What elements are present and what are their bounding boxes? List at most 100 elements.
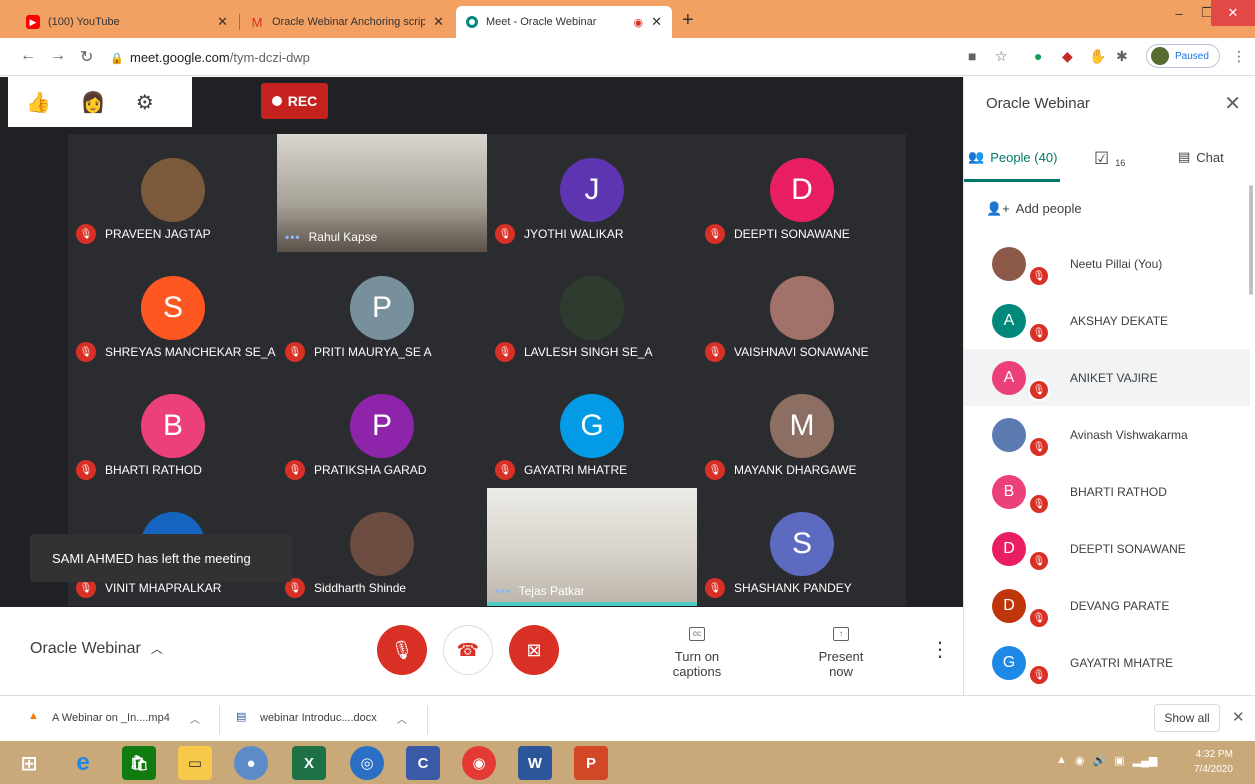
store-icon[interactable]: 🛍: [122, 746, 156, 780]
back-icon[interactable]: ←: [20, 47, 36, 65]
chevron-up-icon[interactable]: ︿: [397, 711, 407, 726]
menu-dots-icon[interactable]: ⋮: [1232, 48, 1246, 65]
list-item[interactable]: 🎙 Avinash Vishwakarma: [964, 406, 1250, 463]
leave-call-button[interactable]: ☎: [443, 625, 493, 675]
participant-tile[interactable]: S 🎙 SHASHANK PANDEY: [697, 488, 907, 606]
taskbar: ⊞ e 🛍 ▭ ● X ◎ C ◉ W P ▲ ◉ 🔊 ▣ ▂▄▆ 4:32 P…: [0, 741, 1255, 784]
list-item[interactable]: A 🎙 AKSHAY DEKATE: [964, 292, 1250, 349]
participant-tile[interactable]: ••• Rahul Kapse: [277, 134, 487, 252]
chevron-up-icon: ︿: [150, 642, 163, 656]
show-all-button[interactable]: Show all: [1154, 704, 1220, 732]
hand-icon[interactable]: ✋: [1089, 48, 1106, 65]
grammarly-icon[interactable]: ●: [1034, 48, 1042, 64]
tab-youtube[interactable]: ▶ (100) YouTube ✕: [16, 6, 238, 38]
list-item[interactable]: B 🎙 BHARTI RATHOD: [964, 463, 1250, 520]
panel-tabs: 👥 People (40) ☑ 16 ▤ Chat: [964, 137, 1255, 183]
meet-top-toolbar: 👍 👩 ⚙: [8, 77, 192, 127]
chrome-icon[interactable]: ◉: [462, 746, 496, 780]
tab-chat[interactable]: ▤ Chat: [1178, 149, 1224, 165]
new-tab-button[interactable]: +: [682, 9, 694, 32]
action-center-icon[interactable]: ▣: [1114, 754, 1124, 767]
close-icon[interactable]: ✕: [1232, 708, 1245, 726]
list-item[interactable]: D 🎙 DEVANG PARATE: [964, 577, 1250, 634]
edge-icon[interactable]: ◎: [350, 746, 384, 780]
mic-toggle-button[interactable]: 🎙: [377, 625, 427, 675]
speaking-icon: •••: [495, 584, 511, 598]
close-icon[interactable]: ✕: [217, 14, 228, 30]
participant-tile[interactable]: B 🎙 BHARTI RATHOD: [68, 370, 278, 488]
meeting-details-button[interactable]: Oracle Webinar ︿: [30, 640, 163, 658]
clock[interactable]: 4:32 PM 7/4/2020: [1194, 747, 1233, 777]
internet-explorer-icon[interactable]: e: [66, 746, 100, 780]
download-item[interactable]: ▲ A Webinar on _In....mp4 ︿: [28, 710, 200, 726]
download-item[interactable]: ▤ webinar Introduc....docx ︿: [236, 710, 407, 726]
avatar: [141, 158, 205, 222]
excel-icon[interactable]: X: [292, 746, 326, 780]
chevron-up-icon[interactable]: ︿: [190, 711, 200, 726]
list-item[interactable]: G 🎙 GAYATRI MHATRE: [964, 634, 1250, 691]
file-explorer-icon[interactable]: ▭: [178, 746, 212, 780]
recording-badge: REC: [261, 83, 328, 119]
close-icon[interactable]: ✕: [433, 14, 444, 30]
download-filename: webinar Introduc....docx: [260, 712, 377, 724]
participant-name: PRATIKSHA GARAD: [314, 463, 427, 477]
present-now-button[interactable]: ↑ Present now: [806, 627, 876, 679]
list-item[interactable]: A 🎙 ANIKET VAJIRE: [964, 349, 1250, 406]
chevron-up-icon[interactable]: ▲: [1056, 754, 1067, 767]
powerpoint-icon[interactable]: P: [574, 746, 608, 780]
camera-toggle-button[interactable]: ⊠: [509, 625, 559, 675]
gear-icon[interactable]: ⚙: [136, 90, 154, 115]
participant-tile[interactable]: S 🎙 SHREYAS MANCHEKAR SE_A: [68, 252, 278, 370]
tab-gmail[interactable]: M Oracle Webinar Anchoring script ✕: [240, 6, 454, 38]
participant-tile[interactable]: 🎙 PRAVEEN JAGTAP: [68, 134, 278, 252]
volume-icon[interactable]: 🔊: [1093, 754, 1107, 767]
mic-off-icon: 🎙: [1028, 322, 1050, 344]
app-icon[interactable]: C: [406, 746, 440, 780]
media-player-icon[interactable]: ●: [234, 746, 268, 780]
participant-tile[interactable]: D 🎙 DEEPTI SONAWANE: [697, 134, 907, 252]
participant-tile[interactable]: P 🎙 PRITI MAURYA_SE A: [277, 252, 487, 370]
participant-tile[interactable]: 🎙 VAISHNAVI SONAWANE: [697, 252, 907, 370]
tab-tasks[interactable]: ☑ 16: [1094, 149, 1125, 169]
participant-tile[interactable]: 🎙 Siddharth Shinde: [277, 488, 487, 606]
close-window-icon[interactable]: ✕: [1211, 0, 1255, 26]
profile-button[interactable]: Paused: [1146, 44, 1220, 68]
person-name: AKSHAY DEKATE: [1070, 313, 1169, 328]
avatar-icon[interactable]: 👩: [81, 90, 106, 115]
recording-indicator-icon: ◉: [633, 16, 644, 29]
minimize-icon[interactable]: –: [1164, 0, 1194, 26]
wifi-icon[interactable]: ▂▄▆: [1133, 754, 1158, 767]
star-icon[interactable]: ☆: [995, 48, 1008, 65]
participant-tile[interactable]: M 🎙 MAYANK DHARGAWE: [697, 370, 907, 488]
captions-button[interactable]: cc Turn on captions: [649, 627, 745, 679]
participant-tile[interactable]: ••• Tejas Patkar: [487, 488, 697, 606]
tab-people[interactable]: 👥 People (40): [968, 149, 1057, 165]
reload-icon[interactable]: ↻: [80, 47, 93, 67]
camera-icon[interactable]: ■: [968, 48, 976, 64]
list-item[interactable]: D 🎙 DEEPTI SONAWANE: [964, 520, 1250, 577]
scrollbar[interactable]: [1249, 185, 1253, 295]
network-icon[interactable]: ◉: [1075, 754, 1085, 767]
participant-tile[interactable]: P 🎙 PRATIKSHA GARAD: [277, 370, 487, 488]
puzzle-icon[interactable]: ✱: [1116, 48, 1128, 65]
extension-icon[interactable]: ◆: [1062, 48, 1073, 65]
address-bar[interactable]: 🔒 meet.google.com/tym-dczi-dwp: [110, 46, 310, 68]
close-icon[interactable]: ✕: [1224, 91, 1241, 116]
participant-tile[interactable]: G 🎙 GAYATRI MHATRE: [487, 370, 697, 488]
close-icon[interactable]: ✕: [651, 14, 662, 30]
list-item[interactable]: 🎙 Neetu Pillai (You): [964, 235, 1250, 292]
present-icon: ↑: [833, 627, 849, 641]
add-people-button[interactable]: 👤+ Add people: [986, 201, 1082, 217]
thumbs-up-icon[interactable]: 👍: [26, 90, 51, 115]
mic-off-icon: 🎙: [495, 460, 515, 480]
participant-tile[interactable]: 🎙 LAVLESH SINGH SE_A: [487, 252, 697, 370]
forward-icon[interactable]: →: [50, 47, 66, 65]
participant-tile[interactable]: J 🎙 JYOTHI WALIKAR: [487, 134, 697, 252]
word-icon[interactable]: W: [518, 746, 552, 780]
mic-off-icon: 🎙: [1028, 493, 1050, 515]
more-options-icon[interactable]: ⋮: [930, 637, 950, 662]
windows-start-icon[interactable]: ⊞: [12, 746, 46, 780]
avatar: J: [560, 158, 624, 222]
participant-name: PRITI MAURYA_SE A: [314, 345, 432, 359]
tab-meet[interactable]: Meet - Oracle Webinar ◉ ✕: [456, 6, 672, 38]
